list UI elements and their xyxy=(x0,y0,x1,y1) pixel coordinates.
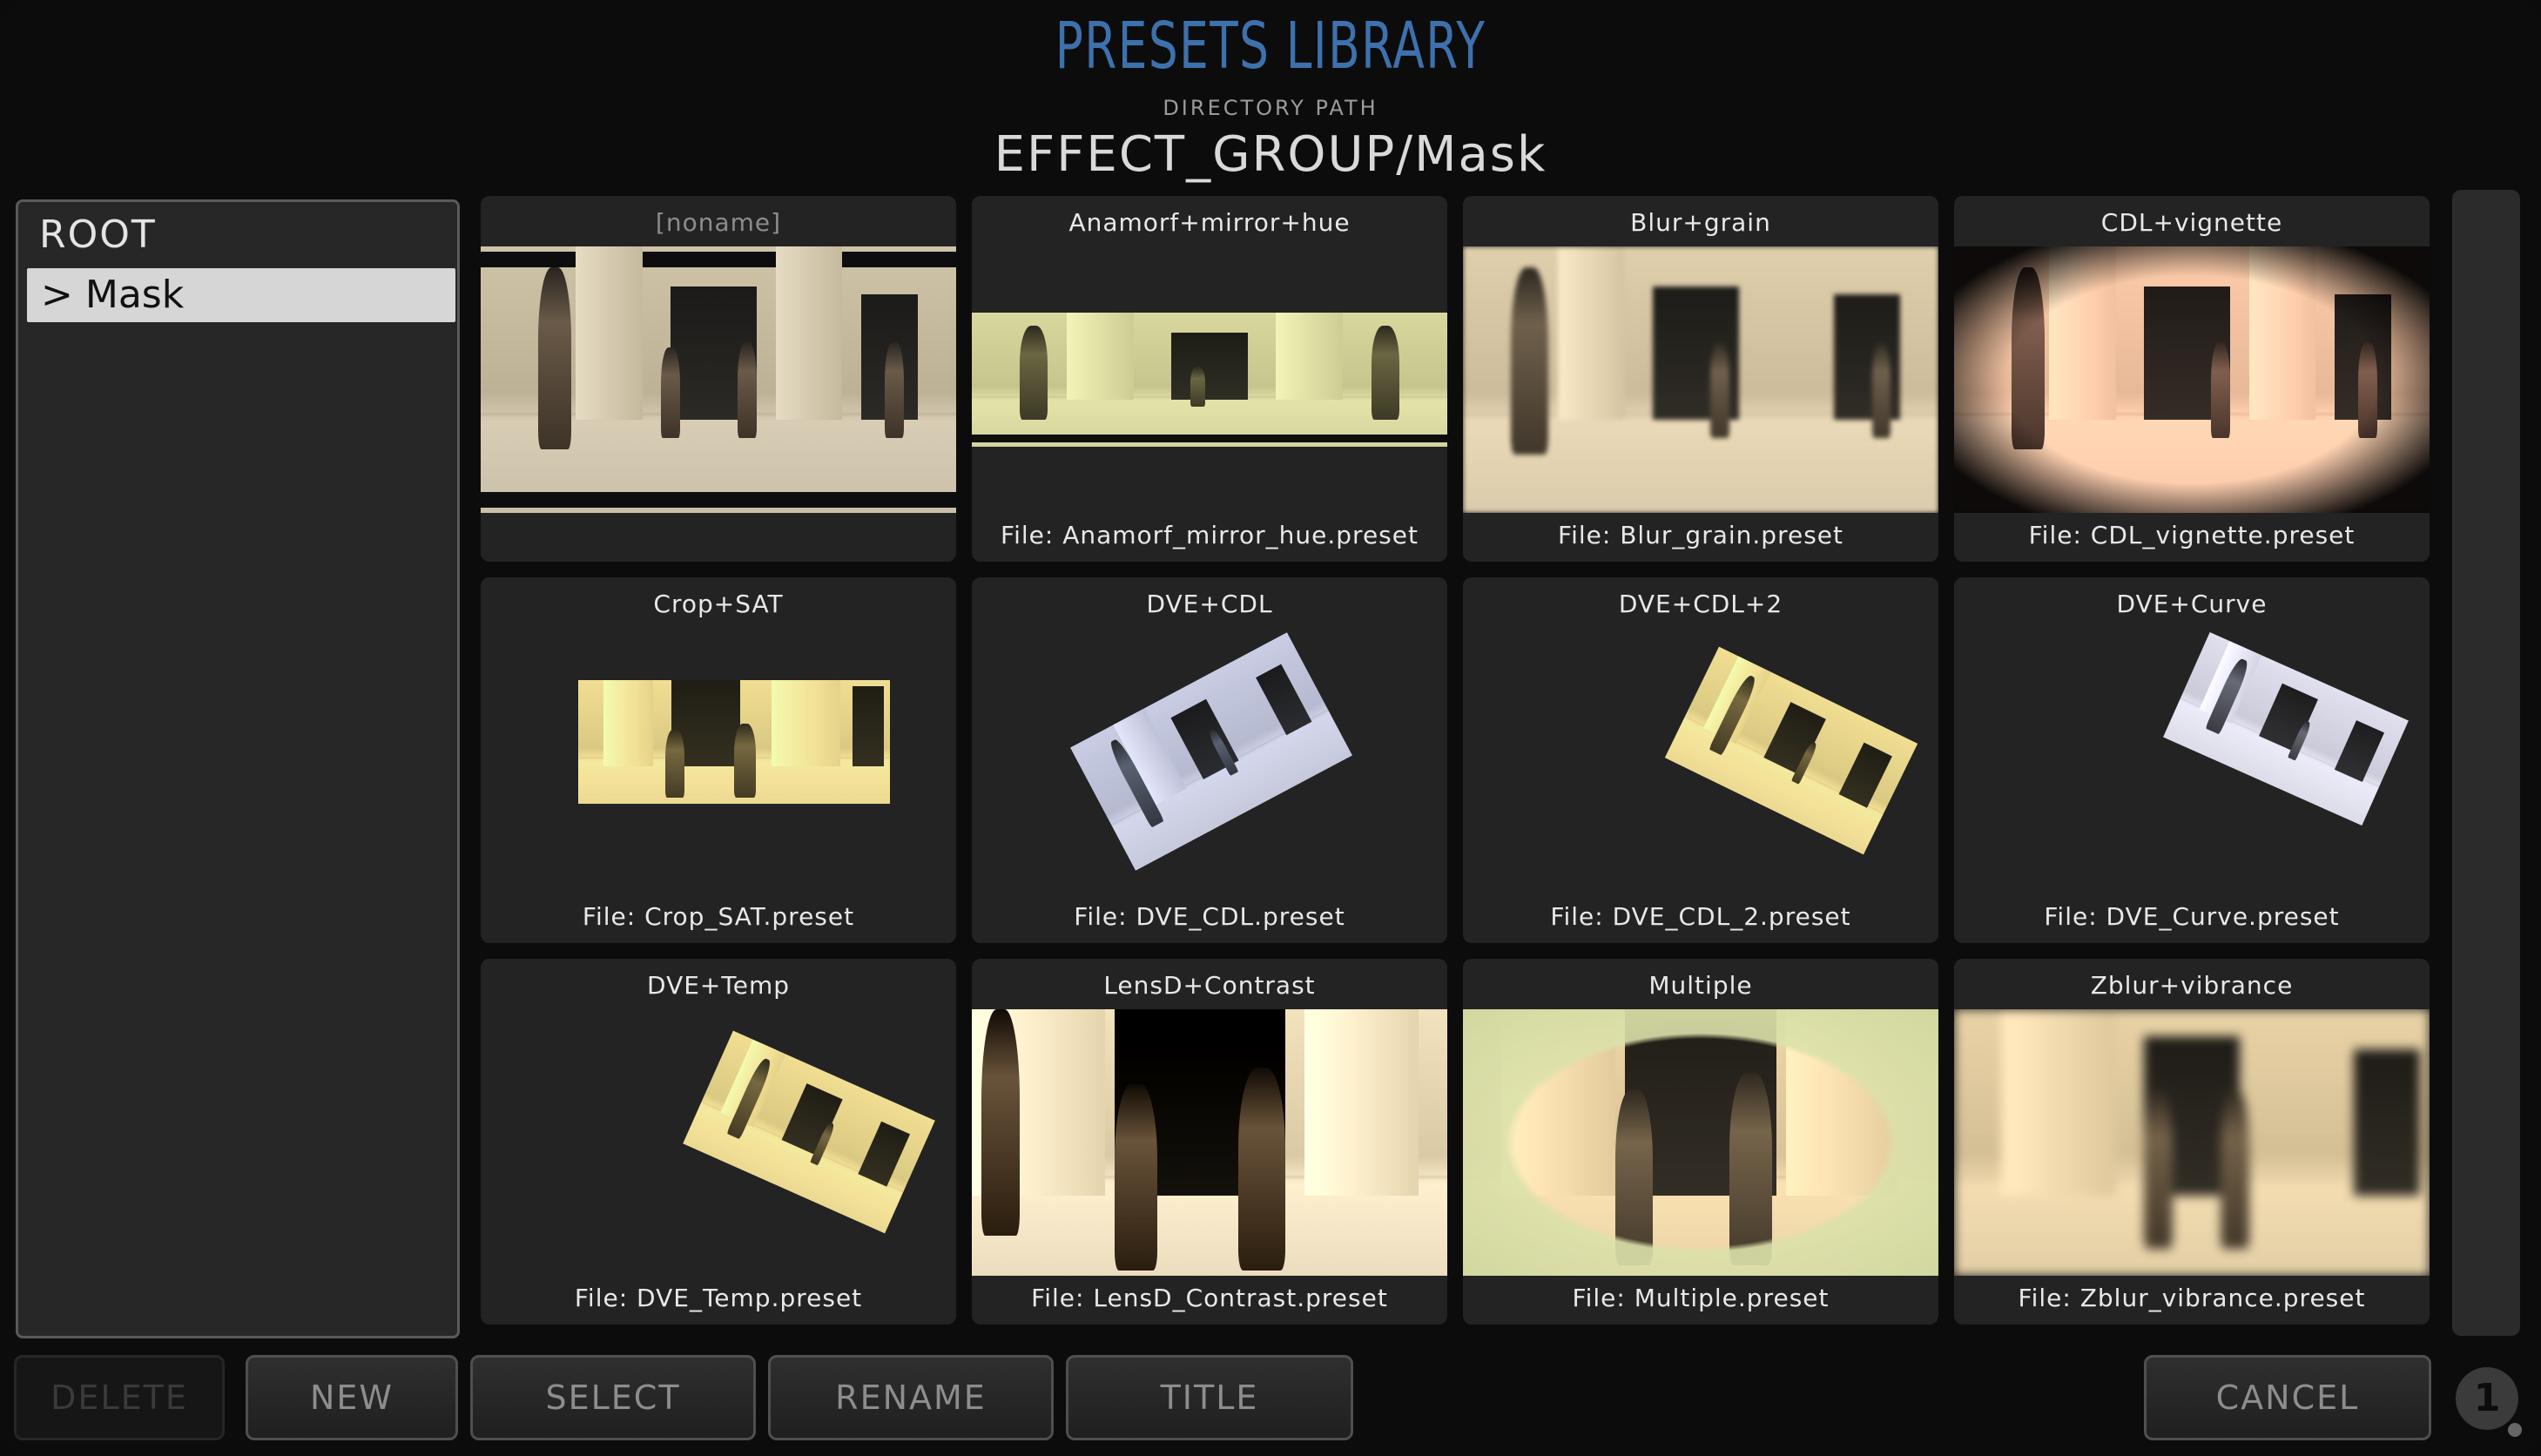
page-title: PRESETS LIBRARY xyxy=(1055,9,1486,84)
select-button[interactable]: SELECT xyxy=(470,1355,756,1440)
preset-tile-multiple[interactable]: Multiple File: Multiple.preset xyxy=(1463,959,1938,1325)
preset-thumbnail xyxy=(1954,1009,2430,1276)
preset-file: File: DVE_CDL_2.preset xyxy=(1550,902,1851,931)
preset-tile-dve-temp[interactable]: DVE+Temp File: DVE_Temp.preset xyxy=(481,959,956,1325)
preset-file: File: DVE_CDL.preset xyxy=(1074,902,1345,931)
preset-name: Crop+SAT xyxy=(653,590,784,618)
preset-tile-dve-cdl-2[interactable]: DVE+CDL+2 File: DVE_CDL_2.preset xyxy=(1463,577,1938,943)
preset-thumbnail xyxy=(578,680,890,804)
status-dot-icon xyxy=(2508,1423,2522,1437)
preset-thumbnail xyxy=(1664,646,1918,855)
delete-button[interactable]: DELETE xyxy=(14,1355,225,1440)
directory-tree: ROOT > Mask xyxy=(16,199,460,1338)
directory-path-label: DIRECTORY PATH xyxy=(1163,96,1378,120)
preset-tile-zblur-vibrance[interactable]: Zblur+vibrance File: Zblur_vibrance.pres… xyxy=(1954,959,2430,1325)
rename-button[interactable]: RENAME xyxy=(768,1355,1054,1440)
preset-thumbnail xyxy=(1954,246,2430,513)
preset-thumbnail xyxy=(2162,631,2410,826)
preset-file: File: DVE_Temp.preset xyxy=(574,1284,863,1312)
preset-tile-cdl-vignette[interactable]: CDL+vignette File: CDL_vignette.preset xyxy=(1954,196,2430,562)
preset-file: File: Anamorf_mirror_hue.preset xyxy=(1001,521,1419,549)
preset-name: Multiple xyxy=(1648,971,1753,1000)
preset-tile-blur-grain[interactable]: Blur+grain File: Blur_grain.preset xyxy=(1463,196,1938,562)
presets-grid: [noname] Anamorf+mirror+hue File: Anamor… xyxy=(481,196,2431,1325)
preset-file: File: Blur_grain.preset xyxy=(1558,521,1843,549)
preset-name: Anamorf+mirror+hue xyxy=(1068,208,1351,237)
preset-thumbnail xyxy=(972,313,1447,447)
new-button[interactable]: NEW xyxy=(246,1355,458,1440)
preset-file: File: Crop_SAT.preset xyxy=(582,902,855,931)
preset-name: Zblur+vibrance xyxy=(2090,971,2294,1000)
preset-name: DVE+CDL+2 xyxy=(1618,590,1783,618)
title-button[interactable]: TITLE xyxy=(1066,1355,1353,1440)
tree-item-mask[interactable]: > Mask xyxy=(27,268,455,322)
preset-tile-anamorf-mirror-hue[interactable]: Anamorf+mirror+hue File: Anamorf_mirror_… xyxy=(972,196,1447,562)
preset-thumbnail xyxy=(481,246,956,513)
preset-name: CDL+vignette xyxy=(2100,208,2283,237)
preset-thumbnail xyxy=(1463,1009,1938,1276)
preset-file: File: LensD_Contrast.preset xyxy=(1031,1284,1388,1312)
preset-tile-noname[interactable]: [noname] xyxy=(481,196,956,562)
tree-root-item[interactable]: ROOT xyxy=(39,212,157,257)
cancel-button[interactable]: CANCEL xyxy=(2144,1355,2431,1440)
preset-file: File: DVE_Curve.preset xyxy=(2044,902,2340,931)
preset-thumbnail xyxy=(972,1009,1447,1276)
preset-name: [noname] xyxy=(655,208,782,237)
preset-tile-dve-curve[interactable]: DVE+Curve File: DVE_Curve.preset xyxy=(1954,577,2430,943)
preset-name: DVE+Curve xyxy=(2116,590,2268,618)
tree-item-label: Mask xyxy=(84,273,185,317)
preset-file: File: Multiple.preset xyxy=(1572,1284,1830,1312)
page-number-badge[interactable]: 1 xyxy=(2456,1367,2518,1430)
preset-tile-dve-cdl[interactable]: DVE+CDL File: DVE_CDL.preset xyxy=(972,577,1447,943)
preset-thumbnail xyxy=(683,1030,935,1234)
preset-name: DVE+Temp xyxy=(647,971,790,1000)
preset-name: Blur+grain xyxy=(1630,208,1771,237)
directory-path: EFFECT_GROUP/Mask xyxy=(994,126,1547,183)
preset-tile-lensd-contrast[interactable]: LensD+Contrast File: LensD_Contrast.pres… xyxy=(972,959,1447,1325)
preset-file: File: Zblur_vibrance.preset xyxy=(2018,1284,2366,1312)
grid-scrollbar[interactable] xyxy=(2452,190,2520,1336)
preset-name: LensD+Contrast xyxy=(1103,971,1316,1000)
preset-thumbnail xyxy=(1069,632,1353,871)
preset-thumbnail xyxy=(1463,246,1938,513)
preset-tile-crop-sat[interactable]: Crop+SAT File: Crop_SAT.preset xyxy=(481,577,956,943)
presets-library-window: PRESETS LIBRARY DIRECTORY PATH EFFECT_GR… xyxy=(0,0,2541,1456)
preset-file: File: CDL_vignette.preset xyxy=(2028,521,2356,549)
caret-icon: > xyxy=(41,273,73,317)
preset-name: DVE+CDL xyxy=(1146,590,1273,618)
